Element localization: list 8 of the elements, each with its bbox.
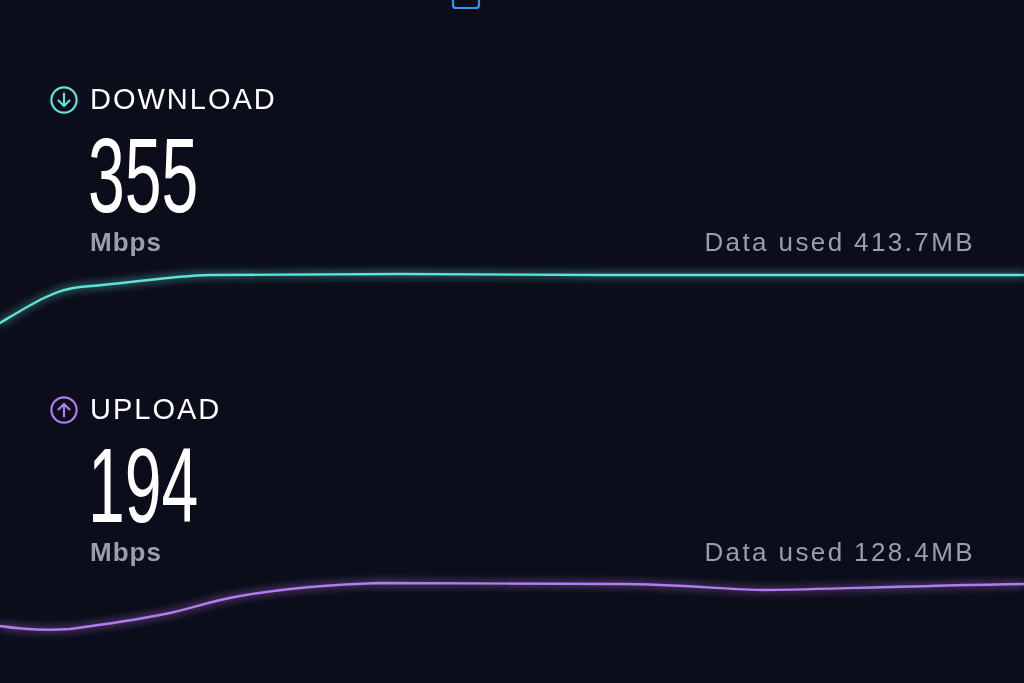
speed-value: 355 <box>88 123 199 228</box>
metric-label: DOWNLOAD <box>90 85 277 114</box>
speed-unit: Mbps <box>90 539 162 565</box>
speed-value: 194 <box>88 433 199 538</box>
data-used-text: Data used 413.7MB <box>704 229 975 255</box>
speed-unit: Mbps <box>90 229 162 255</box>
data-used-text: Data used 128.4MB <box>704 539 975 565</box>
metric-label: UPLOAD <box>90 395 222 424</box>
